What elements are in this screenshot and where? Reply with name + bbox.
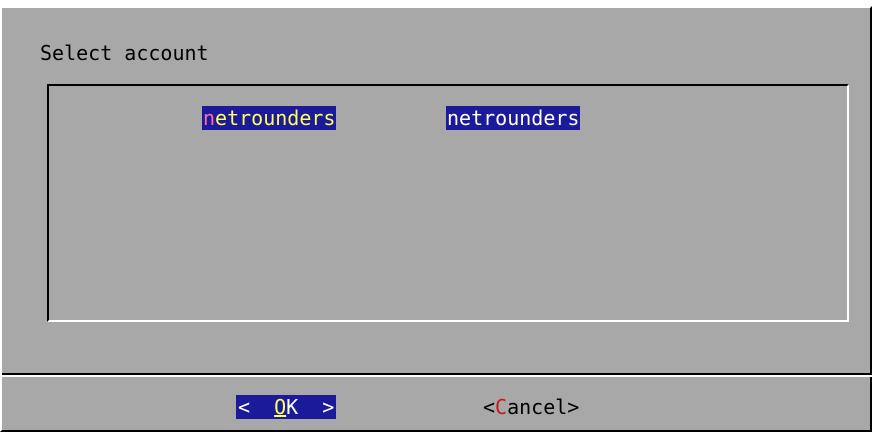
cancel-button-rest: ancel> [507,395,580,419]
dialog-title: Select account [40,41,209,65]
menu-item-row[interactable]: netrounders netrounders [49,106,847,130]
ok-button[interactable]: < OK > [236,395,337,419]
menu-item-tag[interactable]: netrounders [202,106,337,130]
ok-button-hotkey: O [274,395,287,419]
menu-item-tag-rest: etrounders [215,106,336,130]
account-menu-list[interactable]: netrounders netrounders [47,84,849,322]
menu-item-description[interactable]: netrounders [446,106,581,130]
cancel-button-open: < [483,395,496,419]
cancel-button-hotkey: C [495,395,508,419]
button-separator [2,373,872,377]
cancel-button[interactable]: <Cancel> [483,395,579,419]
select-account-dialog: Select account netrounders netrounders <… [0,6,872,432]
ok-button-open: < [238,395,275,419]
menu-item-tag-hotkey: n [203,106,216,130]
ok-button-rest: K > [286,395,335,419]
terminal-screen: Select account netrounders netrounders <… [0,0,875,436]
